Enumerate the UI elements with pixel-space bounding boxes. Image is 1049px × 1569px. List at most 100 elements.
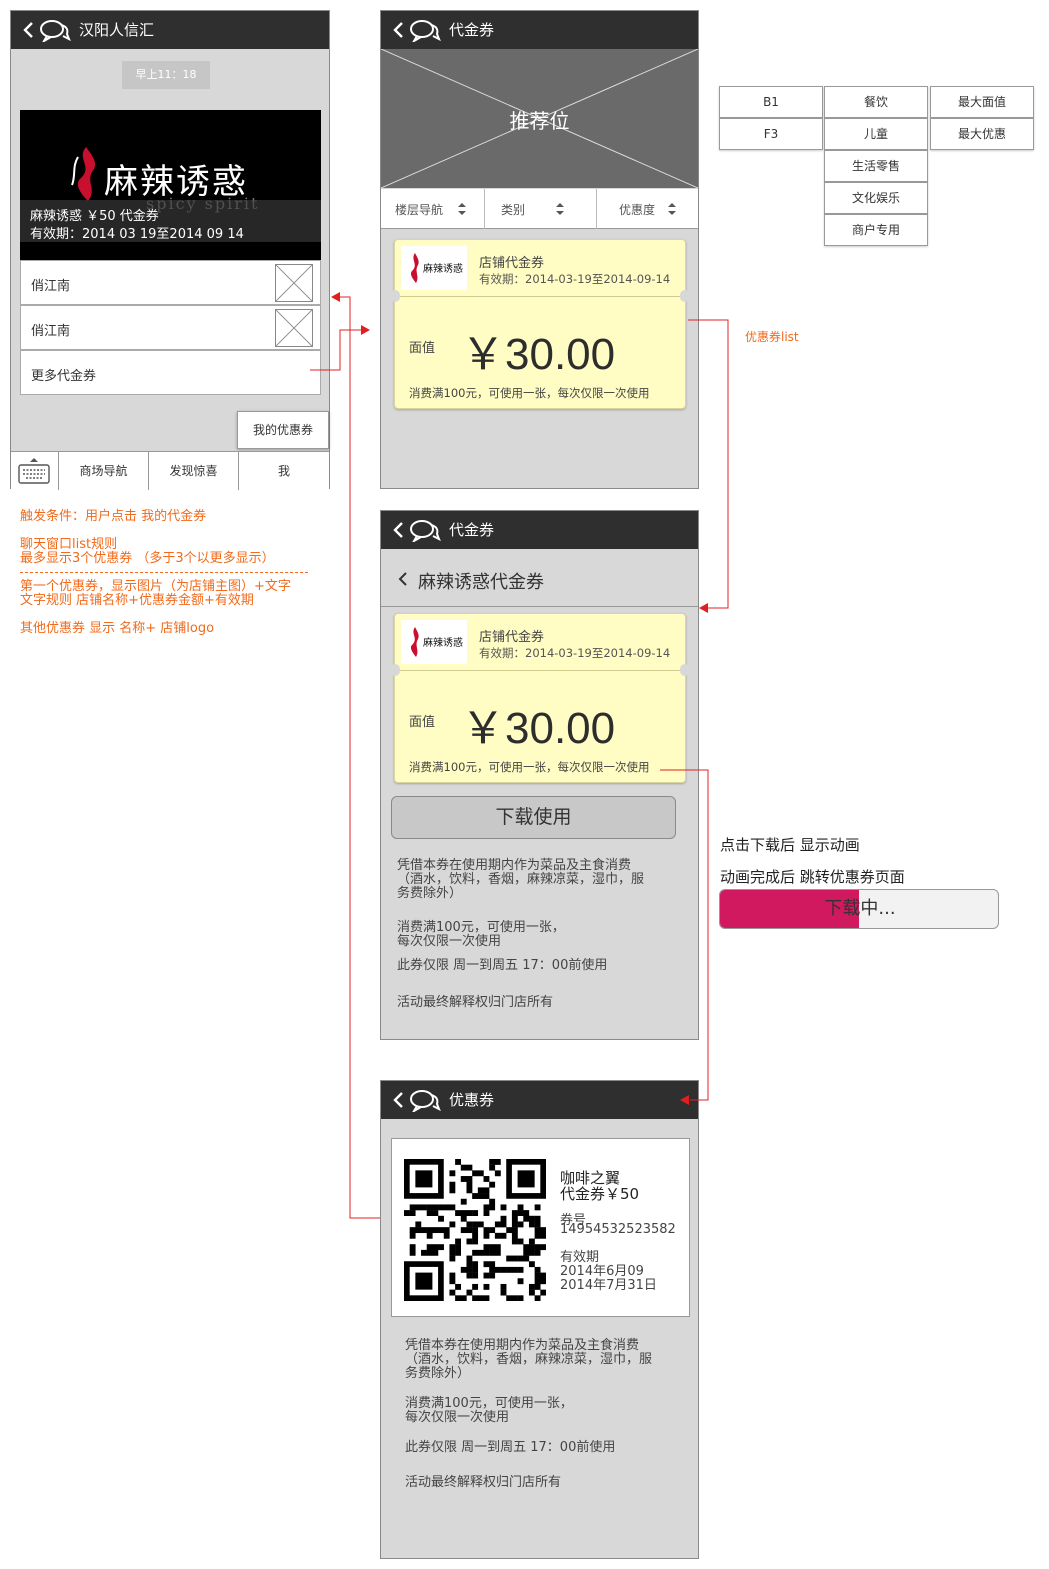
desc-line: （酒水，饮料，香烟，麻辣凉菜，湿巾，服 bbox=[405, 1352, 653, 1367]
voucher-name: 店铺代金券 bbox=[479, 256, 545, 271]
brand-logo-icon bbox=[410, 627, 419, 657]
dropdown-floor-b1[interactable]: B1 bbox=[719, 86, 823, 118]
tab-me[interactable]: 我 bbox=[239, 452, 329, 490]
desc-line: 消费满100元，可使用一张， bbox=[397, 920, 565, 935]
sub-title: 麻辣诱惑代金券 bbox=[418, 572, 544, 593]
dropdown-category-retail[interactable]: 生活零售 bbox=[824, 150, 928, 182]
progress-label: 下载中... bbox=[824, 898, 896, 919]
logo-text: 麻辣诱惑 bbox=[423, 638, 463, 649]
coupon-list-item[interactable]: 俏江南 bbox=[20, 305, 321, 350]
download-progress-bar: 下载中... bbox=[719, 889, 999, 929]
desc-line: 凭借本券在使用期内作为菜品及主食消费 bbox=[405, 1338, 640, 1353]
voucher-card: 麻辣诱惑 店铺代金券 有效期：2014-03-19至2014-09-14 面值 … bbox=[390, 613, 690, 783]
desc-line: 此券仅限 周一到周五 17：00前使用 bbox=[405, 1440, 616, 1455]
voucher-card[interactable]: 麻辣诱惑 店铺代金券 有效期：2014-03-19至2014-09-14 面值 … bbox=[390, 239, 690, 409]
voucher-detail-screen: 代金券 麻辣诱惑代金券 麻辣诱惑 店铺代金券 有效期：2014-03-19至20… bbox=[380, 510, 699, 1040]
keyboard-icon[interactable] bbox=[17, 456, 51, 486]
page-title: 优惠券 bbox=[449, 1091, 495, 1109]
desc-line: 消费满100元，可使用一张， bbox=[405, 1396, 573, 1411]
face-value-label: 面值 bbox=[409, 341, 436, 356]
more-coupons-item[interactable]: 更多代金券 bbox=[20, 350, 321, 395]
shop-logo-placeholder-icon bbox=[275, 264, 313, 302]
voucher-notch bbox=[680, 290, 690, 302]
voucher-validity: 有效期：2014-03-19至2014-09-14 bbox=[479, 646, 671, 660]
desc-line: 此券仅限 周一到周五 17：00前使用 bbox=[397, 958, 608, 973]
dropdown-category-dining[interactable]: 餐饮 bbox=[824, 86, 928, 118]
dropdown-floor-f3[interactable]: F3 bbox=[719, 118, 823, 150]
coupon-list-item[interactable]: 俏江南 bbox=[20, 260, 321, 305]
note-download-anim: 点击下载后 显示动画 bbox=[720, 836, 860, 854]
download-button[interactable]: 下载使用 bbox=[391, 796, 676, 839]
filter-bar: 楼层导航 类别 优惠度 bbox=[381, 189, 698, 229]
arrow-head-icon bbox=[699, 603, 708, 613]
voucher-rule: 消费满100元，可使用一张，每次仅限一次使用 bbox=[409, 760, 650, 774]
list-item-label: 俏江南 bbox=[31, 324, 71, 339]
dropdown-sort-max-discount[interactable]: 最大优惠 bbox=[930, 118, 1034, 150]
voucher-validity: 有效期：2014-03-19至2014-09-14 bbox=[479, 272, 671, 286]
back-icon[interactable] bbox=[19, 20, 39, 40]
qr-code-icon bbox=[404, 1159, 546, 1301]
dropdown-category-kids[interactable]: 儿童 bbox=[824, 118, 928, 150]
sub-header: 麻辣诱惑代金券 bbox=[381, 549, 698, 607]
connector-voucher-back bbox=[338, 296, 380, 1219]
shop-logo-placeholder-icon bbox=[275, 309, 313, 347]
page-title: 汉阳人信汇 bbox=[79, 21, 155, 39]
desc-line: 凭借本券在使用期内作为菜品及主食消费 bbox=[397, 858, 632, 873]
sort-arrows-icon bbox=[668, 203, 676, 215]
back-icon[interactable] bbox=[389, 520, 409, 540]
banner-caption-line1: 麻辣诱惑 ￥50 代金券 bbox=[30, 209, 159, 224]
page-title: 代金券 bbox=[449, 521, 495, 539]
banner-caption-line2: 有效期：2014 03 19至2014 09 14 bbox=[30, 227, 244, 242]
voucher-name: 店铺代金券 bbox=[479, 630, 545, 645]
page-title: 代金券 bbox=[449, 21, 495, 39]
my-coupons-popup[interactable]: 我的优惠券 bbox=[237, 411, 329, 449]
note-trigger: 触发条件：用户点击 我的代金券 bbox=[20, 509, 207, 524]
note-other: 其他优惠券 显示 名称+ 店铺logo bbox=[20, 621, 215, 636]
back-chevron-icon[interactable] bbox=[397, 571, 409, 587]
tab-discover[interactable]: 发现惊喜 bbox=[149, 452, 239, 490]
shop-logo: 麻辣诱惑 bbox=[401, 620, 467, 664]
header-bar: 汉阳人信汇 bbox=[11, 11, 329, 49]
filter-discount[interactable]: 优惠度 bbox=[597, 189, 698, 229]
arrow-head-icon bbox=[361, 325, 370, 335]
desc-line: 每次仅限一次使用 bbox=[405, 1410, 510, 1425]
featured-coupon-banner[interactable]: 麻辣诱惑 spicy spirit 麻辣诱惑 ￥50 代金券 有效期：2014 … bbox=[20, 110, 321, 260]
brand-logo-icon bbox=[71, 147, 96, 201]
note-rule-max: 最多显示3个优惠券 （多于3个以更多显示） bbox=[20, 551, 275, 566]
coupon-code: 14954532523582 bbox=[560, 1222, 676, 1237]
voucher-notch bbox=[390, 290, 400, 302]
header-bar: 优惠券 bbox=[381, 1081, 698, 1119]
note-after-anim: 动画完成后 跳转优惠券页面 bbox=[720, 868, 905, 886]
dropdown-sort-max-value[interactable]: 最大面值 bbox=[930, 86, 1034, 118]
arrow-head-icon bbox=[331, 292, 340, 302]
note-first-line2: 文字规则 店铺名称+优惠券金额+有效期 bbox=[20, 593, 254, 608]
timestamp: 早上11：18 bbox=[122, 61, 210, 89]
header-bar: 代金券 bbox=[381, 11, 698, 49]
note-first-line1: 第一个优惠券，显示图片（为店铺主图）+文字 bbox=[20, 579, 291, 594]
recommend-slot[interactable]: 推荐位 bbox=[381, 49, 698, 188]
note-rule-title: 聊天窗口list规则 bbox=[20, 537, 118, 552]
chat-icon bbox=[410, 520, 441, 542]
desc-line: 每次仅限一次使用 bbox=[397, 934, 502, 949]
desc-line: 活动最终解释权归门店所有 bbox=[397, 995, 554, 1010]
desc-line: 务费除外） bbox=[397, 886, 463, 901]
filter-category[interactable]: 类别 bbox=[485, 189, 597, 229]
recommend-label: 推荐位 bbox=[509, 109, 570, 133]
sort-arrows-icon bbox=[556, 203, 564, 215]
back-icon[interactable] bbox=[389, 1090, 409, 1110]
filter-floor-label: 楼层导航 bbox=[395, 203, 444, 217]
chat-icon bbox=[40, 20, 71, 42]
more-coupons-label: 更多代金券 bbox=[31, 369, 97, 384]
voucher-notch bbox=[390, 664, 400, 676]
filter-category-label: 类别 bbox=[501, 203, 526, 217]
tab-mall-navigation[interactable]: 商场导航 bbox=[59, 452, 149, 490]
chat-screen: 汉阳人信汇 早上11：18 麻辣诱惑 spicy spirit 麻辣诱惑 ￥50… bbox=[10, 10, 330, 490]
voucher-divider bbox=[395, 670, 685, 671]
filter-floor[interactable]: 楼层导航 bbox=[381, 189, 485, 229]
dropdown-category-merchant[interactable]: 商户专用 bbox=[824, 214, 928, 246]
desc-line: （酒水，饮料，香烟，麻辣凉菜，湿巾，服 bbox=[397, 872, 645, 887]
dropdown-category-entertainment[interactable]: 文化娱乐 bbox=[824, 182, 928, 214]
voucher-list-screen: 代金券 推荐位 楼层导航 类别 优惠度 麻辣诱惑 店铺代金券 有效期：2014-… bbox=[380, 10, 699, 489]
back-icon[interactable] bbox=[389, 20, 409, 40]
voucher-title: 代金券￥50 bbox=[560, 1185, 640, 1203]
